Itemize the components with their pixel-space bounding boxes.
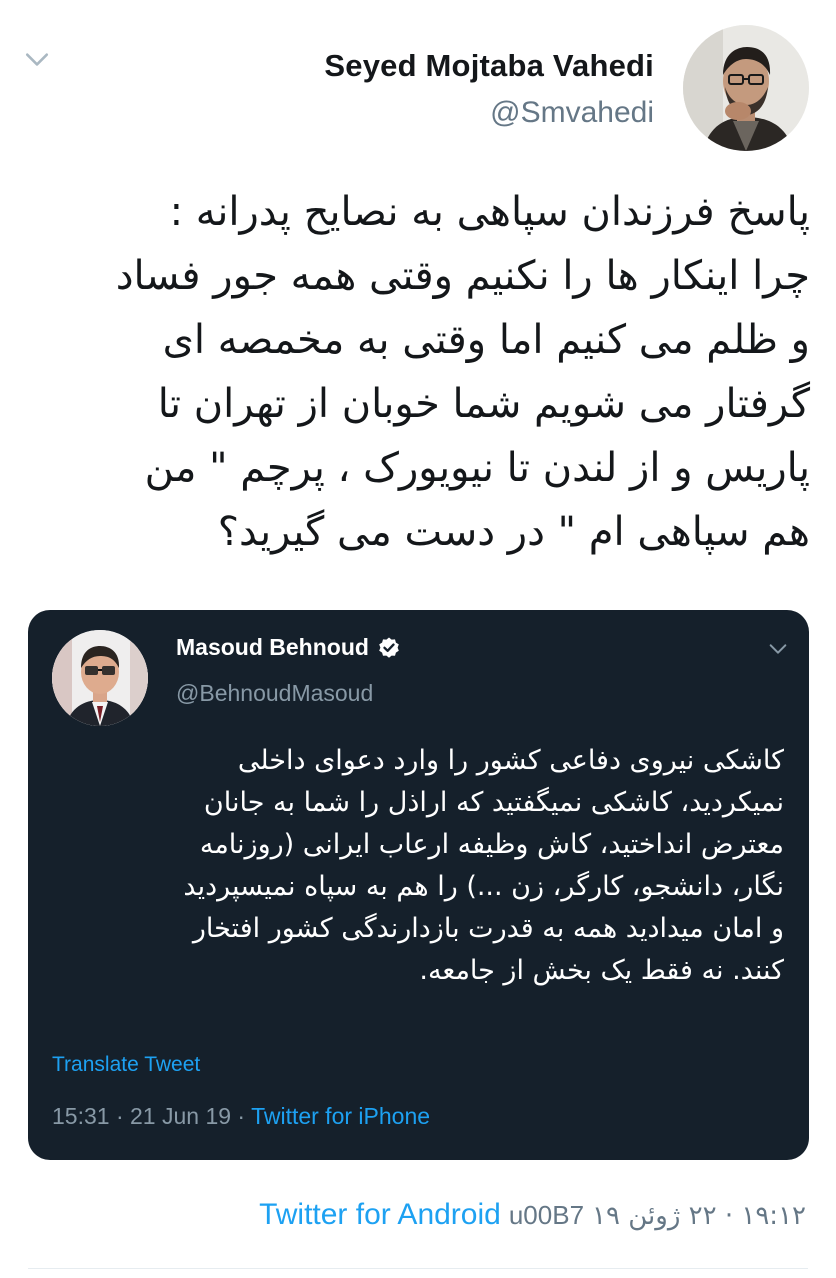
quoted-author-handle[interactable]: @BehnoudMasoud — [176, 680, 373, 707]
tweet-text-line: گرفتار می شویم شما خوبان از تهران تا — [157, 381, 810, 427]
tweet-text-line: و ظلم می کنیم اما وقتی به مخمصه ای — [162, 317, 810, 363]
quoted-tweet-card[interactable]: Masoud Behnoud @BehnoudMasoud کاشکی نیرو… — [28, 610, 809, 1160]
avatar[interactable] — [683, 25, 809, 151]
quoted-text-line: نمیکردید، کاشکی نمیگفتید که اراذل را شما… — [203, 787, 784, 818]
tweet-source-link[interactable]: Twitter for Android — [259, 1198, 501, 1232]
quoted-tweet-timestamp: 15:31 · 21 Jun 19 — [52, 1103, 232, 1129]
quoted-tweet-author[interactable]: Masoud Behnoud — [176, 634, 401, 661]
tweet-text-line: هم سپاهی ام " در دست می گیرید؟ — [217, 509, 810, 555]
chevron-down-icon[interactable] — [24, 46, 50, 72]
tweet-text-line: پاسخ فرزندان سپاهی به نصایح پدرانه : — [169, 189, 810, 235]
translate-tweet-link[interactable]: Translate Tweet — [52, 1053, 200, 1077]
chevron-down-icon[interactable] — [767, 638, 789, 660]
verified-badge-icon — [379, 637, 399, 658]
quoted-text-line: کاشکی نیروی دفاعی کشور را وارد دعوای داخ… — [237, 745, 784, 776]
quoted-tweet-source-link[interactable]: Twitter for iPhone — [251, 1103, 430, 1129]
quoted-text-line: کنند. نه فقط یک بخش از جامعه. — [419, 955, 784, 986]
meta-separator: u00B7 — [508, 1200, 585, 1230]
tweet-timestamp[interactable]: ۱۹:۱۲ · ۲۲ ژوئن ۱۹ — [592, 1201, 806, 1231]
author-handle[interactable]: @Smvahedi — [490, 96, 654, 130]
quoted-tweet-avatar[interactable] — [52, 630, 148, 726]
tweet-text: پاسخ فرزندان سپاهی به نصایح پدرانه : چرا… — [30, 180, 810, 564]
tweet-text-line: پاریس و از لندن تا نیویورک ، پرچم " من — [144, 445, 810, 491]
meta-separator: · — [231, 1103, 252, 1129]
divider — [28, 1268, 808, 1269]
tweet-meta: Twitter for Android u00B7 ۱۹:۱۲ · ۲۲ ژوئ… — [259, 1198, 806, 1232]
quoted-author-name[interactable]: Masoud Behnoud — [176, 634, 369, 661]
quoted-tweet-text: کاشکی نیروی دفاعی کشور را وارد دعوای داخ… — [48, 740, 784, 992]
quoted-tweet-meta: 15:31 · 21 Jun 19 · Twitter for iPhone — [52, 1103, 430, 1130]
quoted-text-line: نگار، دانشجو، کارگر، زن ...) را هم به سپ… — [183, 871, 784, 902]
author-name[interactable]: Seyed Mojtaba Vahedi — [324, 48, 654, 84]
quoted-text-line: معترض انداختید، کاش وظیفه ارعاب ایرانی (… — [199, 829, 784, 860]
tweet-text-line: چرا اینکار ها را نکنیم وقتی همه جور فساد — [115, 253, 810, 299]
quoted-text-line: و امان میدادید همه به قدرت بازدارندگی کش… — [192, 913, 784, 944]
